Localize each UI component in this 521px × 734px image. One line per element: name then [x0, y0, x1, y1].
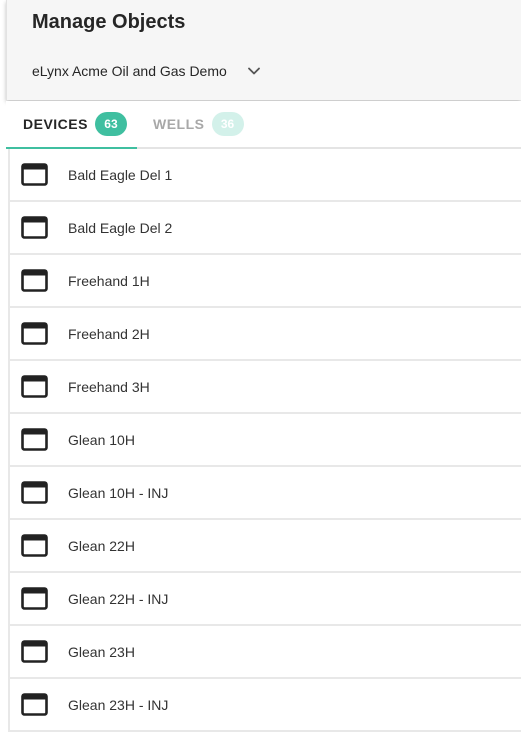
organization-select[interactable]: eLynx Acme Oil and Gas Demo — [32, 60, 261, 82]
tab-devices-label: DEVICES — [23, 116, 88, 132]
page-title: Manage Objects — [32, 11, 186, 33]
list-item[interactable]: Glean 22H — [10, 520, 521, 573]
organization-select-value: eLynx Acme Oil and Gas Demo — [32, 63, 227, 79]
device-name: Bald Eagle Del 2 — [68, 219, 173, 236]
device-name: Glean 10H — [68, 431, 135, 448]
device-window-icon — [21, 322, 48, 345]
device-name: Glean 10H - INJ — [68, 484, 169, 501]
tab-wells-label: WELLS — [153, 116, 205, 132]
list-item[interactable]: Freehand 1H — [10, 255, 521, 308]
device-window-icon — [21, 481, 48, 504]
device-window-icon — [21, 587, 48, 610]
device-window-icon — [21, 534, 48, 557]
device-name: Freehand 2H — [68, 325, 150, 342]
list-item[interactable]: Glean 10H - INJ — [10, 467, 521, 520]
device-name: Bald Eagle Del 1 — [68, 166, 173, 183]
device-name: Glean 23H - INJ — [68, 696, 169, 713]
header: Manage Objects eLynx Acme Oil and Gas De… — [6, 0, 521, 100]
chevron-down-icon[interactable] — [247, 64, 261, 78]
device-name: Glean 22H — [68, 537, 135, 554]
device-window-icon — [21, 375, 48, 398]
list-item[interactable]: Freehand 2H — [10, 308, 521, 361]
device-window-icon — [21, 163, 48, 186]
device-list: Bald Eagle Del 1 Bald Eagle Del 2 Freehand… — [8, 149, 521, 732]
list-item[interactable]: Freehand 3H — [10, 361, 521, 414]
tab-wells[interactable]: WELLS 36 — [153, 101, 253, 147]
tab-devices-count-badge: 63 — [94, 112, 127, 136]
device-window-icon — [21, 640, 48, 663]
list-item[interactable]: Bald Eagle Del 1 — [10, 149, 521, 202]
device-name: Freehand 3H — [68, 378, 150, 395]
list-item[interactable]: Bald Eagle Del 2 — [10, 202, 521, 255]
list-item[interactable]: Glean 23H — [10, 626, 521, 679]
device-name: Freehand 1H — [68, 272, 150, 289]
tab-wells-count-badge: 36 — [211, 112, 244, 136]
device-name: Glean 23H — [68, 643, 135, 660]
object-tabs: DEVICES 63 WELLS 36 — [6, 101, 521, 149]
list-item[interactable]: Glean 23H - INJ — [10, 679, 521, 732]
device-window-icon — [21, 269, 48, 292]
device-window-icon — [21, 216, 48, 239]
list-item[interactable]: Glean 10H — [10, 414, 521, 467]
tab-devices[interactable]: DEVICES 63 — [6, 101, 137, 149]
device-window-icon — [21, 693, 48, 716]
device-window-icon — [21, 428, 48, 451]
list-item[interactable]: Glean 22H - INJ — [10, 573, 521, 626]
device-name: Glean 22H - INJ — [68, 590, 169, 607]
